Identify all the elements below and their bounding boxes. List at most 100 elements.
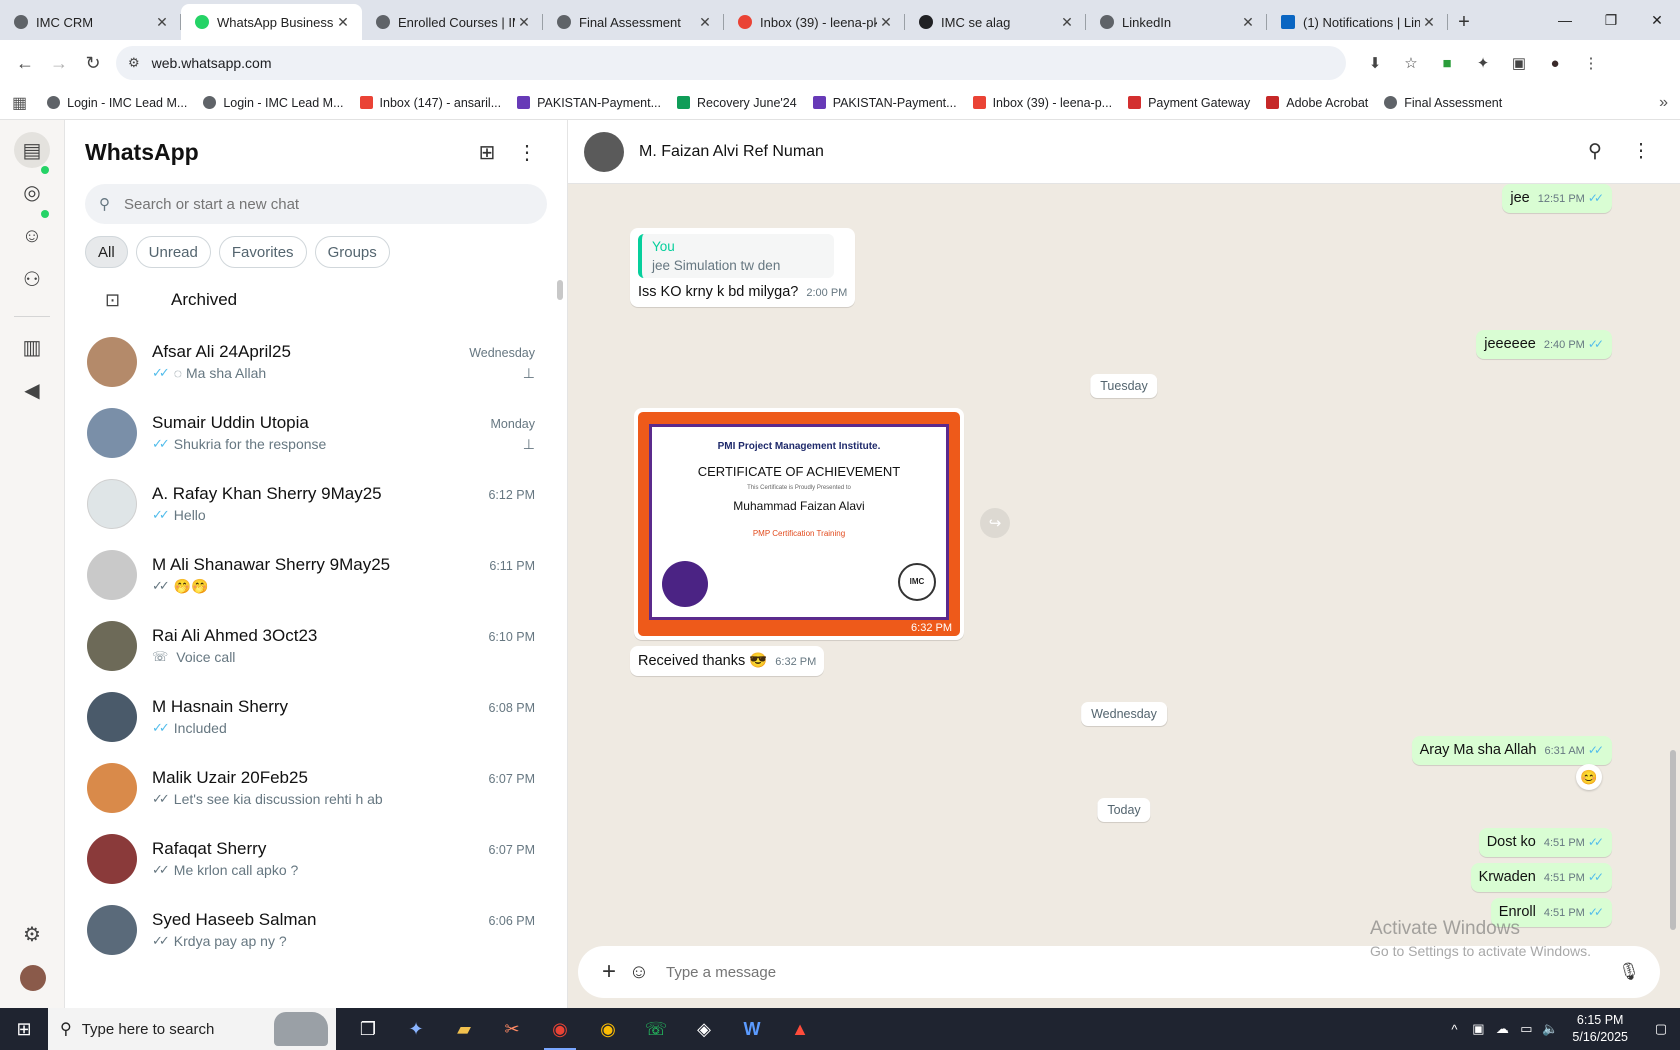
archived-row[interactable]: ⊡ Archived bbox=[65, 274, 567, 326]
chat-row[interactable]: Rafaqat Sherry 6:07 PM ✓✓ Me krlon call ap… bbox=[65, 823, 567, 894]
message-reaction[interactable]: 😊 bbox=[1576, 764, 1602, 790]
conversation-menu-icon[interactable]: ⋮ bbox=[1618, 140, 1664, 163]
chrome-icon[interactable]: ◉ bbox=[536, 1008, 584, 1050]
new-chat-icon[interactable]: ⊞ bbox=[467, 140, 507, 165]
file-explorer-icon[interactable]: ▰ bbox=[440, 1008, 488, 1050]
tab-final-assessment[interactable]: Final Assessment ✕ bbox=[543, 4, 724, 40]
message-outgoing[interactable]: jee 12:51 PM ✓✓ bbox=[1502, 184, 1612, 213]
message-incoming[interactable]: Received thanks 😎 6:32 PM bbox=[630, 646, 825, 676]
status-icon[interactable]: ◎ bbox=[18, 178, 46, 206]
tab-linkedin[interactable]: LinkedIn ✕ bbox=[1086, 4, 1267, 40]
apps-grid-icon[interactable]: ▦ bbox=[12, 93, 27, 113]
close-icon[interactable]: ✕ bbox=[1239, 14, 1257, 31]
site-info-icon[interactable]: ⚙ bbox=[128, 55, 140, 71]
tab-imc-se-alag[interactable]: IMC se alag ✕ bbox=[905, 4, 1086, 40]
filter-all[interactable]: All bbox=[85, 236, 128, 268]
chat-row[interactable]: Rai Ali Ahmed 3Oct23 6:10 PM ☏ Voice call bbox=[65, 610, 567, 681]
back-icon[interactable]: ← bbox=[8, 46, 42, 80]
extensions-puzzle-icon[interactable]: ✦ bbox=[1470, 50, 1496, 76]
chrome-profile-icon[interactable]: ◉ bbox=[584, 1008, 632, 1050]
profile-avatar-icon[interactable]: ● bbox=[1542, 50, 1568, 76]
word-icon[interactable]: W bbox=[728, 1008, 776, 1050]
more-bookmarks-icon[interactable]: » bbox=[1659, 94, 1668, 112]
ads-megaphone-icon[interactable]: ◀ bbox=[18, 376, 46, 404]
windows-start-icon[interactable]: ⊞ bbox=[0, 1008, 48, 1050]
chat-row[interactable]: M Ali Shanawar Sherry 9May25 6:11 PM ✓✓ 🤭🤭 bbox=[65, 539, 567, 610]
bookmark-item[interactable]: Adobe Acrobat bbox=[1266, 96, 1368, 110]
chat-row[interactable]: Malik Uzair 20Feb25 6:07 PM ✓✓ Let's see k… bbox=[65, 752, 567, 823]
chat-row[interactable]: Sumair Uddin Utopia Monday ✓✓ Shukria for … bbox=[65, 397, 567, 468]
whatsapp-icon[interactable]: ☏ bbox=[632, 1008, 680, 1050]
copilot-icon[interactable]: ✦ bbox=[392, 1008, 440, 1050]
conversation-scrollbar[interactable] bbox=[1670, 750, 1676, 930]
browser-menu-icon[interactable]: ⋮ bbox=[1578, 50, 1604, 76]
conversation-header[interactable]: M. Faizan Alvi Ref Numan ⚲ ⋮ bbox=[568, 120, 1680, 184]
side-panel-icon[interactable]: ▣ bbox=[1506, 50, 1532, 76]
search-messages-icon[interactable]: ⚲ bbox=[1572, 140, 1618, 163]
acrobat-icon[interactable]: ▲ bbox=[776, 1008, 824, 1050]
bookmark-item[interactable]: Login - IMC Lead M... bbox=[203, 96, 344, 110]
settings-icon[interactable]: ⚙ bbox=[18, 920, 46, 948]
tab-whatsapp-business[interactable]: WhatsApp Business ✕ bbox=[181, 4, 362, 40]
address-bar[interactable]: ⚙ web.whatsapp.com bbox=[116, 46, 1346, 80]
chat-list-scrollbar[interactable] bbox=[557, 280, 563, 300]
close-icon[interactable]: ✕ bbox=[1058, 14, 1076, 31]
bookmark-item[interactable]: Login - IMC Lead M... bbox=[47, 96, 187, 110]
bookmark-item[interactable]: Payment Gateway bbox=[1128, 96, 1250, 110]
emoji-sticker-icon[interactable]: ☺ bbox=[624, 961, 654, 984]
my-profile-avatar[interactable] bbox=[20, 965, 46, 991]
image-message-certificate[interactable]: PMI Project Management Institute. CERTIF… bbox=[634, 408, 964, 640]
tab-linkedin-notifications[interactable]: (1) Notifications | Lin ✕ bbox=[1267, 4, 1448, 40]
notifications-icon[interactable]: ▢ bbox=[1642, 1021, 1680, 1037]
bookmark-item[interactable]: Inbox (147) - ansaril... bbox=[359, 96, 501, 110]
bookmark-item[interactable]: Inbox (39) - leena-p... bbox=[972, 96, 1112, 110]
snipping-tool-icon[interactable]: ✂ bbox=[488, 1008, 536, 1050]
message-outgoing[interactable]: Dost ko 4:51 PM ✓✓ bbox=[1478, 828, 1612, 857]
message-input[interactable] bbox=[666, 963, 1614, 981]
attach-plus-icon[interactable]: + bbox=[594, 958, 624, 986]
close-icon[interactable]: ✕ bbox=[1420, 14, 1438, 31]
close-icon[interactable]: ✕ bbox=[515, 14, 533, 31]
channels-icon[interactable]: ☺ bbox=[18, 222, 46, 250]
chat-row[interactable]: Syed Haseeb Salman 6:06 PM ✓✓ Krdya pay ap… bbox=[65, 894, 567, 965]
bookmark-star-icon[interactable]: ☆ bbox=[1398, 50, 1424, 76]
message-outgoing[interactable]: jeeeeee 2:40 PM ✓✓ bbox=[1476, 330, 1612, 359]
contact-name[interactable]: M. Faizan Alvi Ref Numan bbox=[639, 143, 1572, 161]
filter-favorites[interactable]: Favorites bbox=[218, 236, 307, 268]
volume-muted-icon[interactable]: 🔈 bbox=[1538, 1021, 1562, 1037]
message-outgoing[interactable]: Aray Ma sha Allah 6:31 AM ✓✓ bbox=[1411, 736, 1612, 765]
close-icon[interactable]: ✕ bbox=[877, 14, 895, 31]
bookmark-item[interactable]: Final Assessment bbox=[1384, 96, 1502, 110]
window-close-icon[interactable]: ✕ bbox=[1634, 12, 1680, 29]
imc-app-icon[interactable]: ◈ bbox=[680, 1008, 728, 1050]
forward-icon[interactable]: ↪ bbox=[980, 508, 1010, 538]
filter-unread[interactable]: Unread bbox=[135, 236, 211, 268]
tab-gmail-inbox[interactable]: Inbox (39) - leena-pk ✕ bbox=[724, 4, 905, 40]
tab-enrolled-courses[interactable]: Enrolled Courses | IM ✕ bbox=[362, 4, 543, 40]
taskbar-search-box[interactable]: ⚲ Type here to search bbox=[48, 1008, 336, 1050]
chat-row[interactable]: Afsar Ali 24April25 Wednesday ✓✓ ◌ Ma sha … bbox=[65, 326, 567, 397]
bookmark-item[interactable]: Recovery June'24 bbox=[677, 96, 797, 110]
communities-icon[interactable]: ⚇ bbox=[18, 265, 46, 293]
filter-groups[interactable]: Groups bbox=[314, 236, 390, 268]
bookmark-item[interactable]: PAKISTAN-Payment... bbox=[812, 96, 957, 110]
search-input[interactable] bbox=[124, 195, 504, 213]
task-view-icon[interactable]: ❐ bbox=[344, 1008, 392, 1050]
chat-row[interactable]: M Hasnain Sherry 6:08 PM ✓✓ Included bbox=[65, 681, 567, 752]
chat-search-box[interactable]: ⚲ bbox=[85, 184, 547, 224]
chat-list-menu-icon[interactable]: ⋮ bbox=[507, 140, 547, 165]
onedrive-cloud-icon[interactable]: ☁ bbox=[1490, 1021, 1514, 1037]
contact-avatar[interactable] bbox=[584, 131, 624, 172]
minimize-icon[interactable]: — bbox=[1542, 12, 1588, 28]
quoted-message[interactable]: You jee Simulation tw den bbox=[638, 234, 834, 278]
close-icon[interactable]: ✕ bbox=[696, 14, 714, 31]
tray-chevron-icon[interactable]: ^ bbox=[1442, 1022, 1466, 1037]
install-app-icon[interactable]: ⬇ bbox=[1362, 50, 1388, 76]
close-icon[interactable]: ✕ bbox=[334, 14, 352, 31]
taskbar-clock[interactable]: 6:15 PM 5/16/2025 bbox=[1572, 1012, 1628, 1046]
network-icon[interactable]: ▭ bbox=[1514, 1021, 1538, 1037]
certificate-image[interactable]: PMI Project Management Institute. CERTIF… bbox=[638, 412, 960, 636]
extension-icon[interactable]: ■ bbox=[1434, 50, 1460, 76]
message-outgoing[interactable]: Krwaden 4:51 PM ✓✓ bbox=[1470, 863, 1612, 892]
new-tab-button[interactable]: + bbox=[1448, 4, 1480, 40]
